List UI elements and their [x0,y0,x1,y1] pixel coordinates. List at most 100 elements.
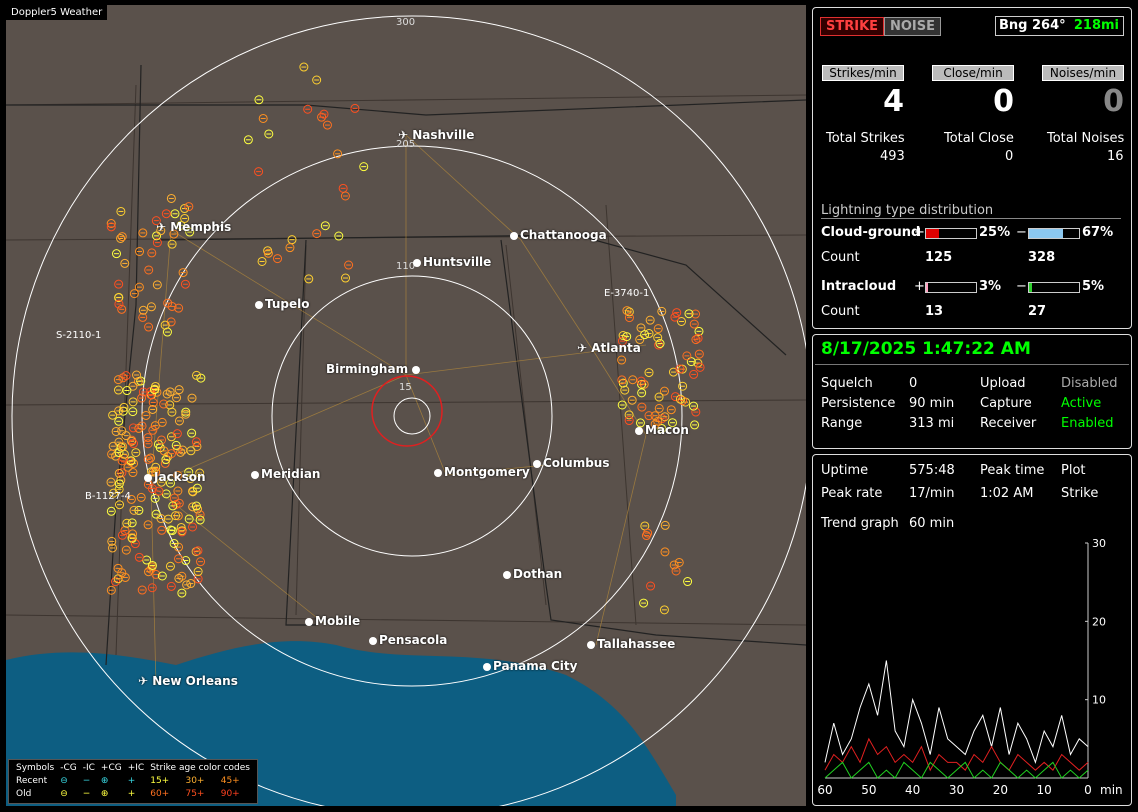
ring-label-300: 300 [396,17,416,28]
strike-button[interactable]: STRIKE [820,17,885,36]
ic-positive-fill [926,283,928,292]
peak-rate-label: Peak rate [821,486,883,501]
cg-positive-count: 125 [925,250,953,265]
cg-negative-bar [1028,228,1080,239]
city-atlanta: ✈ Atlanta [577,341,641,355]
legend-age-15: 15+ [150,776,170,786]
trend-y-tick-label: 30 [1092,539,1106,550]
distance-value: 218mi [1073,18,1119,33]
plot-value[interactable]: Strike [1061,486,1098,501]
cg-negative-fill [1029,229,1063,238]
noise-button[interactable]: NOISE [884,17,942,36]
legend-old-pos-ic-icon: + [127,789,136,799]
upload-label: Upload [980,376,1026,391]
city-birmingham: Birmingham [326,362,422,376]
status-divider [815,364,1129,365]
radar-map[interactable]: Doppler5 Weather 300 205 110 15 ✈ Nashvi… [6,5,806,806]
trend-series-line [824,761,1089,779]
city-nashville: ✈ Nashville [398,128,475,142]
trend-series-line [824,660,1089,764]
legend-header-neg-ic: -IC [82,763,95,773]
trend-y-tick-label: 20 [1092,615,1106,628]
city-montgomery: Montgomery [434,465,530,479]
trend-x-tick-label: 10 [1037,783,1052,797]
trend-series-line [824,737,1089,772]
ic-positive-count: 13 [925,304,944,319]
city-dothan: Dothan [503,567,562,581]
trend-graph-label: Trend graph [821,516,899,531]
strikes-per-min-tab[interactable]: Strikes/min [822,65,904,81]
cg-minus-sign: − [1016,225,1027,240]
strike-stats-panel: STRIKE NOISE Bng 264° 218mi Strikes/min … [812,7,1132,329]
legend-header-pos-cg: +CG [100,763,122,773]
symbol-legend: Symbols -CG -IC +CG +IC Strike age color… [8,759,258,804]
roads [150,134,647,686]
total-noises-label: Total Noises [1047,131,1125,146]
trend-x-tick-label: 30 [949,783,964,797]
legend-old-pos-cg-icon: ⊕ [100,789,109,799]
trend-graph: 30 20 10 60 50 40 30 20 10 0 min [817,539,1122,797]
storm-label-southwest: B-1127-4 [85,491,131,502]
legend-old-neg-cg-icon: ⊖ [60,789,68,799]
uptime-value: 575:48 [909,463,955,478]
trend-x-tick-label: 20 [993,783,1008,797]
ic-plus-sign: + [914,279,925,294]
city-columbus: Columbus [533,456,610,470]
intracloud-label: Intracloud [821,279,897,294]
plot-label: Plot [1061,463,1086,478]
trend-x-unit: min [1100,783,1123,797]
distribution-title: Lightning type distribution [821,203,1121,219]
cg-positive-bar [925,228,977,239]
cloud-ground-label: Cloud-ground [821,225,921,240]
close-per-min-tab[interactable]: Close/min [932,65,1014,81]
bearing-value: Bng 264° [999,18,1066,33]
legend-age-45: 45+ [220,776,240,786]
strikes-per-min-value: 4 [883,84,904,119]
status-panel: 8/17/2025 1:47:22 AM Squelch 0 Upload Di… [812,334,1132,449]
ic-positive-pct: 3% [979,279,1002,294]
cg-plus-sign: + [914,225,925,240]
total-strikes-value: 493 [880,149,905,164]
trend-axes: 30 20 10 60 50 40 30 20 10 0 min [817,539,1122,797]
legend-recent-pos-cg-icon: ⊕ [100,776,109,786]
total-noises-value: 16 [1107,149,1124,164]
close-per-min-value: 0 [993,84,1014,119]
storm-label-east: E-3740-1 [604,288,650,299]
cg-positive-pct: 25% [979,225,1011,240]
cg-negative-pct: 67% [1082,225,1114,240]
noises-per-min-value: 0 [1103,84,1124,119]
trend-graph-value: 60 min [909,516,955,531]
ring-label-15: 15 [399,382,412,393]
trend-x-tick-label: 40 [905,783,920,797]
range-value: 313 mi [909,416,955,431]
trend-y-tick-label: 10 [1092,694,1106,707]
city-panama-city: Panama City [483,659,577,673]
trend-x-tick-label: 60 [817,783,832,797]
map-title: Doppler5 Weather [6,5,108,20]
trend-panel: Uptime 575:48 Peak time Plot Peak rate 1… [812,454,1132,806]
city-meridian: Meridian [251,467,320,481]
ic-positive-bar [925,282,977,293]
storm-label-west: S-2110-1 [56,330,102,341]
persistence-value: 90 min [909,396,955,411]
upload-value: Disabled [1061,376,1118,391]
peak-time-label: Peak time [980,463,1045,478]
noises-per-min-tab[interactable]: Noises/min [1042,65,1124,81]
total-close-label: Total Close [944,131,1014,146]
capture-value: Active [1061,396,1102,411]
squelch-label: Squelch [821,376,873,391]
trend-x-tick-label: 50 [861,783,876,797]
peak-time-value: 1:02 AM [980,486,1034,501]
ic-negative-bar [1028,282,1080,293]
receiver-label: Receiver [980,416,1037,431]
uptime-label: Uptime [821,463,869,478]
peak-rate-value: 17/min [909,486,955,501]
city-pensacola: Pensacola [369,633,447,647]
city-memphis: ✈ Memphis [156,220,232,234]
ic-negative-fill [1029,283,1032,292]
total-strikes-label: Total Strikes [826,131,905,146]
legend-recent-pos-ic-icon: + [127,776,136,786]
legend-header-age: Strike age color codes [150,763,250,773]
map-canvas [6,15,806,806]
persistence-label: Persistence [821,396,896,411]
